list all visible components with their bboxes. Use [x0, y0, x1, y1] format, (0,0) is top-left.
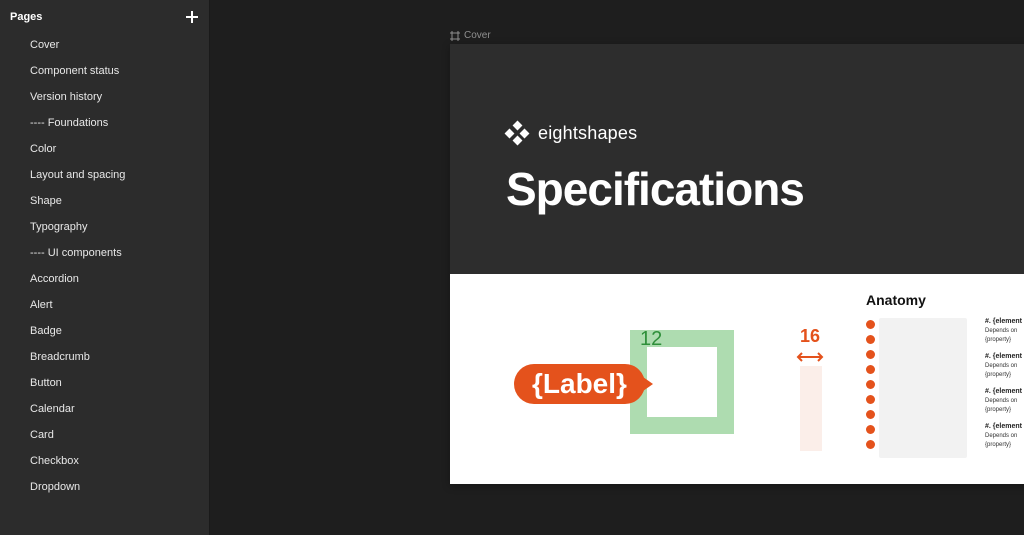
marker-dot: [866, 335, 875, 344]
label-chip: {Label}: [514, 364, 645, 404]
page-item[interactable]: Alert: [0, 292, 209, 318]
marker-dot: [866, 380, 875, 389]
anatomy-visual: [866, 318, 967, 458]
anatomy-element-name: #. {element name}: [985, 423, 1024, 430]
page-item[interactable]: Component status: [0, 58, 209, 84]
page-item[interactable]: Dropdown: [0, 474, 209, 500]
canvas[interactable]: Cover eightshapes Specifications 12 {Lab…: [210, 0, 1024, 535]
pages-list[interactable]: CoverComponent statusVersion history----…: [0, 32, 209, 535]
marker-dot: [866, 320, 875, 329]
marker-dot: [866, 350, 875, 359]
anatomy-properties: #. {element name}Depends on{value}{prope…: [985, 318, 1024, 458]
marker-dot: [866, 440, 875, 449]
anatomy-property-row: Depends on{value}: [985, 362, 1024, 371]
anatomy-property-row: {property}{value}: [985, 371, 1024, 380]
brand-name: eightshapes: [538, 123, 637, 144]
anatomy-element-block: #. {element name} Depends on{value}{prope…: [985, 353, 1024, 380]
property-key: {property}: [985, 441, 1011, 450]
page-item[interactable]: ---- Foundations: [0, 110, 209, 136]
content-band: 12 {Label} 16 Anatomy: [450, 274, 1024, 484]
sidebar-header: Pages: [0, 0, 209, 32]
anatomy-markers: [866, 318, 875, 458]
anatomy-element-name: #. {element name}: [985, 388, 1024, 395]
marker-dot: [866, 425, 875, 434]
marker-dot: [866, 410, 875, 419]
page-item[interactable]: Color: [0, 136, 209, 162]
anatomy-property-row: {property}{value}: [985, 336, 1024, 345]
eightshapes-logo-icon: [506, 122, 528, 144]
anatomy-element-block: #. {element name} Depends on{value}{prope…: [985, 423, 1024, 450]
page-item[interactable]: Version history: [0, 84, 209, 110]
page-item[interactable]: Layout and spacing: [0, 162, 209, 188]
page-item[interactable]: Breadcrumb: [0, 344, 209, 370]
page-item[interactable]: Cover: [0, 32, 209, 58]
property-key: {property}: [985, 371, 1011, 380]
page-item[interactable]: Typography: [0, 214, 209, 240]
property-key: Depends on: [985, 432, 1017, 441]
anatomy-element-block: #. {element name} Depends on{value}{prope…: [985, 318, 1024, 345]
anatomy-body: #. {element name}Depends on{value}{prope…: [866, 318, 1024, 458]
brand-row: eightshapes: [506, 122, 1024, 144]
property-key: {property}: [985, 336, 1011, 345]
hero: eightshapes Specifications: [450, 44, 1024, 274]
page-item[interactable]: ---- UI components: [0, 240, 209, 266]
add-page-icon[interactable]: [185, 10, 199, 24]
page-item[interactable]: Button: [0, 370, 209, 396]
sidebar-title: Pages: [10, 11, 42, 23]
marker-dot: [866, 365, 875, 374]
frame-label-text: Cover: [464, 30, 491, 41]
anatomy-placeholder: [879, 318, 967, 458]
anatomy-property-row: {property}{value}: [985, 406, 1024, 415]
frame-icon: [450, 31, 460, 41]
pages-sidebar: Pages CoverComponent statusVersion histo…: [0, 0, 210, 535]
spacing-value-12: 12: [640, 328, 662, 351]
page-item[interactable]: Badge: [0, 318, 209, 344]
property-key: Depends on: [985, 397, 1017, 406]
anatomy-element-name: #. {element name}: [985, 318, 1024, 325]
anatomy-property-row: Depends on{value}: [985, 327, 1024, 336]
page-item[interactable]: Calendar: [0, 396, 209, 422]
anatomy-element-block: #. {element name} Depends on{value}{prope…: [985, 388, 1024, 415]
page-item[interactable]: Shape: [0, 188, 209, 214]
property-key: Depends on: [985, 327, 1017, 336]
anatomy-element-name: #. {element name}: [985, 353, 1024, 360]
page-item[interactable]: Accordion: [0, 266, 209, 292]
cover-frame[interactable]: eightshapes Specifications 12 {Label} 16…: [450, 44, 1024, 484]
spacing-value-16: 16: [800, 326, 820, 347]
anatomy-title: Anatomy: [866, 292, 1024, 308]
spacing-example: 12 {Label}: [450, 292, 740, 484]
anatomy-property-row: Depends on{value}: [985, 432, 1024, 441]
property-key: Depends on: [985, 362, 1017, 371]
property-key: {property}: [985, 406, 1011, 415]
page-item[interactable]: Checkbox: [0, 448, 209, 474]
anatomy-property-row: {property}{value}: [985, 441, 1024, 450]
spacing-column: [800, 366, 822, 451]
page-item[interactable]: Card: [0, 422, 209, 448]
hero-title: Specifications: [506, 162, 1024, 216]
anatomy-section: Anatomy: [860, 292, 1024, 484]
marker-dot: [866, 395, 875, 404]
spacing-arrow-example: 16: [740, 292, 860, 484]
anatomy-property-row: Depends on{value}: [985, 397, 1024, 406]
frame-label[interactable]: Cover: [450, 30, 491, 41]
